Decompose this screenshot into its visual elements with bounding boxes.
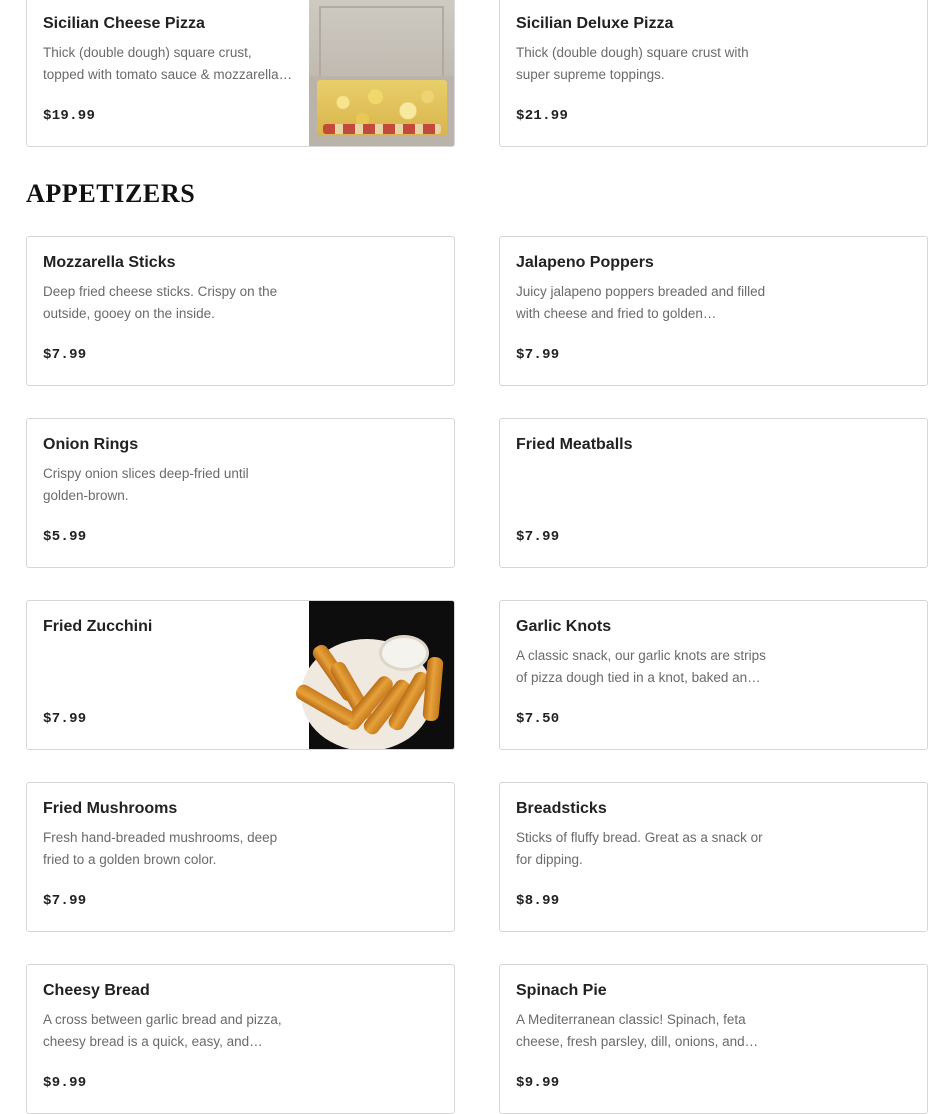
item-description: A cross between garlic bread and pizza, … [43,1012,282,1049]
item-name: Breadsticks [516,800,607,817]
item-name: Sicilian Cheese Pizza [43,15,205,32]
item-name: Fried Zucchini [43,618,153,635]
item-description: Juicy jalapeno poppers breaded and fille… [516,284,766,321]
item-name: Onion Rings [43,436,139,453]
menu-item-card[interactable]: Sicilian Cheese Pizza Thick (double doug… [26,0,455,147]
item-price: $7.99 [43,711,87,727]
item-description: Crispy onion slices deep-fried until gol… [43,466,249,503]
item-name: Garlic Knots [516,618,612,635]
item-name: Mozzarella Sticks [43,254,176,271]
item-photo [293,601,454,749]
menu-item-card[interactable]: Mozzarella Sticks Deep fried cheese stic… [26,236,455,386]
item-price: $7.99 [516,347,560,363]
item-price: $7.99 [516,529,560,545]
item-name: Cheesy Bread [43,982,150,999]
item-photo [309,0,454,146]
item-price: $7.99 [43,893,87,909]
menu-item-card[interactable]: Fried Zucchini $7.99 [26,600,455,750]
item-name: Jalapeno Poppers [516,254,654,271]
item-description: Fresh hand-breaded mushrooms, deep fried… [43,830,278,867]
item-description: A Mediterranean classic! Spinach, feta c… [516,1012,746,1049]
item-price: $21.99 [516,108,569,124]
item-description: Thick (double dough) square crust, toppe… [43,45,279,82]
section-title: APPETIZERS [26,179,196,208]
menu-item-card[interactable]: Cheesy Bread A cross between garlic brea… [26,964,455,1114]
item-price: $8.99 [516,893,560,909]
item-price: $7.99 [43,347,87,363]
menu-item-card[interactable]: Onion Rings Crispy onion slices deep-fri… [26,418,455,568]
menu-item-card[interactable]: Jalapeno Poppers Juicy jalapeno poppers … [499,236,928,386]
menu-item-card[interactable]: Garlic Knots A classic snack, our garlic… [499,600,928,750]
item-description: A classic snack, our garlic knots are st… [516,648,766,685]
item-price: $9.99 [516,1075,560,1091]
menu-item-card[interactable]: Spinach Pie A Mediterranean classic! Spi… [499,964,928,1114]
item-price: $7.50 [516,711,560,727]
item-name: Sicilian Deluxe Pizza [516,15,674,32]
item-price: $19.99 [43,108,96,124]
item-description: Thick (double dough) square crust with s… [516,45,749,82]
item-price: $9.99 [43,1075,87,1091]
item-name: Fried Mushrooms [43,800,178,817]
item-description: Deep fried cheese sticks. Crispy on the … [43,284,278,321]
item-name: Fried Meatballs [516,436,633,453]
menu-item-card[interactable]: Fried Meatballs $7.99 [499,418,928,568]
item-price: $5.99 [43,529,87,545]
menu-item-card[interactable]: Fried Mushrooms Fresh hand-breaded mushr… [26,782,455,932]
item-name: Spinach Pie [516,982,607,999]
item-description: Sticks of fluffy bread. Great as a snack… [516,830,763,867]
menu-item-card[interactable]: Breadsticks Sticks of fluffy bread. Grea… [499,782,928,932]
menu-item-card[interactable]: Sicilian Deluxe Pizza Thick (double doug… [499,0,928,147]
